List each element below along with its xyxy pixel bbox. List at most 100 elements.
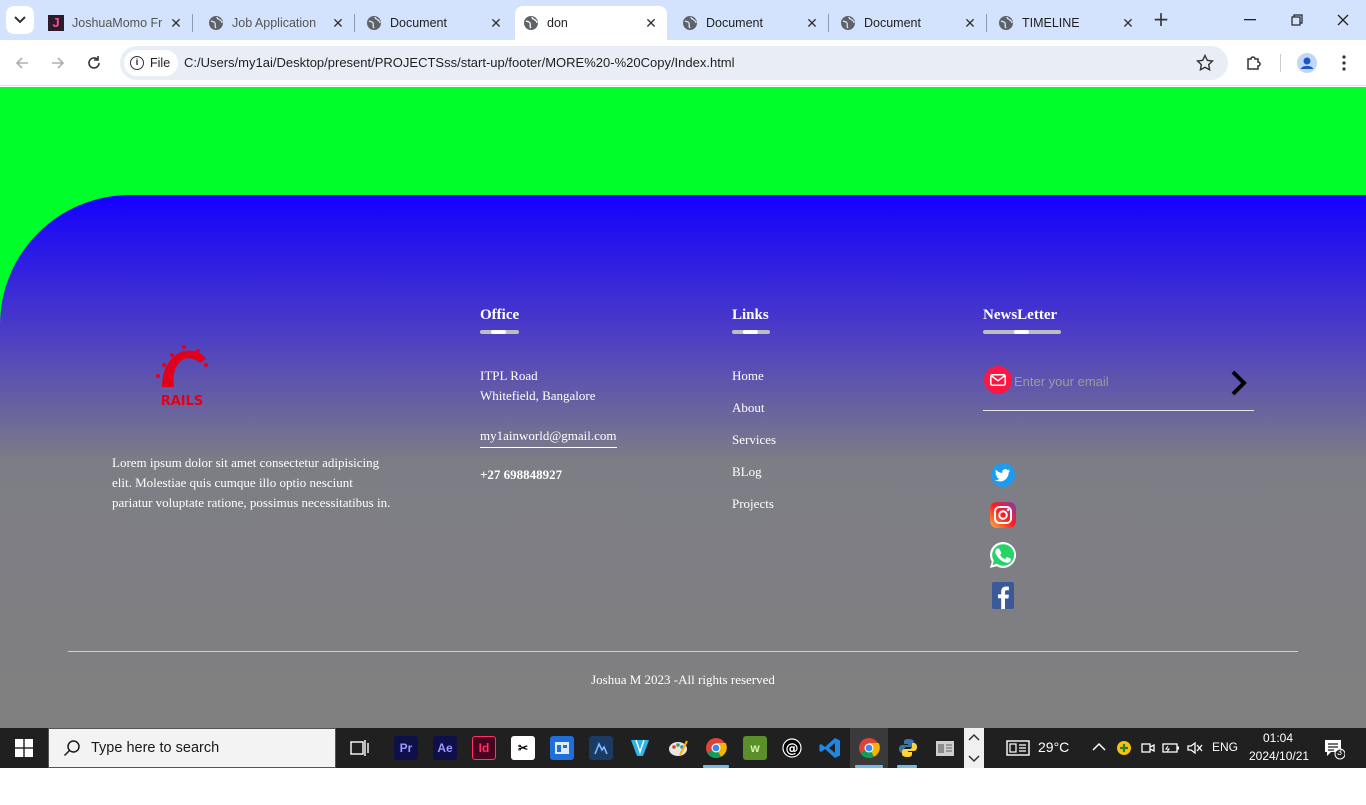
notes-icon[interactable]: [933, 736, 957, 760]
info-icon: i: [130, 56, 144, 70]
logo-text: RAILS: [161, 394, 204, 409]
arrow-right-icon: [52, 57, 65, 69]
search-icon: [63, 740, 80, 757]
office-heading: Office: [480, 307, 520, 323]
close-icon[interactable]: ✕: [330, 15, 346, 31]
restore-button[interactable]: [1285, 8, 1309, 32]
file-explorer-icon[interactable]: [550, 736, 574, 760]
globe-icon: [367, 16, 381, 30]
tab-search-button[interactable]: [6, 6, 34, 34]
language-indicator[interactable]: ENG: [1212, 740, 1238, 754]
clock-time[interactable]: 01:04: [1263, 731, 1293, 745]
url-text[interactable]: C:/Users/my1ai/Desktop/present/PROJECTSs…: [184, 55, 735, 70]
globe-icon: [683, 16, 697, 30]
back-button[interactable]: [10, 51, 34, 75]
mysql-workbench-icon[interactable]: [589, 736, 613, 760]
new-tab-button[interactable]: +: [1150, 9, 1172, 31]
puzzle-icon: [1247, 56, 1261, 70]
close-icon[interactable]: ✕: [1120, 15, 1136, 31]
minimize-button[interactable]: [1238, 8, 1262, 32]
clock-date[interactable]: 2024/10/21: [1249, 749, 1309, 763]
office-heading-underline: [480, 330, 519, 334]
newsletter-input-underline: [983, 410, 1254, 411]
close-icon[interactable]: ✕: [168, 15, 184, 31]
twitter-icon[interactable]: [988, 460, 1018, 490]
restore-icon: [1291, 14, 1303, 26]
meet-now-icon[interactable]: [1140, 740, 1156, 756]
greenshot-icon[interactable]: w: [743, 736, 767, 760]
site-footer: RAILS Lorem ipsum dolor sit amet consect…: [0, 195, 1366, 728]
close-icon[interactable]: ✕: [962, 15, 978, 31]
task-view-icon[interactable]: [348, 736, 372, 760]
tab-1[interactable]: Job Application ✕: [198, 6, 355, 40]
globe-icon: [999, 16, 1013, 30]
arrow-left-icon: [15, 57, 28, 69]
vectorizer-icon[interactable]: [628, 736, 652, 760]
footer-link-services[interactable]: Services: [732, 430, 776, 462]
windows-logo-icon: [15, 739, 33, 757]
footer-link-projects[interactable]: Projects: [732, 494, 776, 526]
facebook-icon[interactable]: [988, 580, 1018, 610]
after-effects-icon[interactable]: Ae: [433, 736, 457, 760]
minimize-icon: [1244, 19, 1256, 21]
extensions-button[interactable]: [1242, 51, 1266, 75]
office-email-link[interactable]: my1ainworld@gmail.com: [480, 426, 617, 448]
indesign-icon[interactable]: Id: [472, 736, 496, 760]
envelope-icon: [984, 366, 1012, 394]
chevron-right-icon[interactable]: [1226, 369, 1252, 397]
tab-3-active[interactable]: don ✕: [515, 6, 667, 40]
footer-link-home[interactable]: Home: [732, 366, 776, 398]
kebab-menu-icon: [1342, 55, 1346, 71]
bookmark-star-icon[interactable]: [1196, 54, 1214, 72]
links-heading-underline: [732, 330, 770, 334]
volume-muted-icon[interactable]: [1186, 740, 1204, 756]
whatsapp-icon[interactable]: [988, 540, 1018, 570]
browser-menu-button[interactable]: [1332, 51, 1356, 75]
profile-button[interactable]: [1295, 51, 1319, 75]
footer-link-about[interactable]: About: [732, 398, 776, 430]
forward-button[interactable]: [46, 51, 70, 75]
site-info-chip[interactable]: i File: [124, 50, 179, 76]
tab-2[interactable]: Document ✕: [356, 6, 512, 40]
copyright-text: Joshua M 2023 -All rights reserved: [591, 672, 775, 687]
weather-news-icon[interactable]: [1006, 740, 1030, 756]
close-icon[interactable]: ✕: [488, 15, 504, 31]
threads-icon[interactable]: @: [780, 736, 804, 760]
start-button[interactable]: [0, 728, 48, 768]
capcut-icon[interactable]: ✂: [511, 736, 535, 760]
chrome-active-icon[interactable]: [857, 736, 881, 760]
tab-0[interactable]: J JoshuaMomo Fr ✕: [40, 6, 193, 40]
tab-strip: J JoshuaMomo Fr ✕ Job Application ✕ Docu…: [0, 0, 1366, 40]
tab-title: Document: [864, 16, 921, 30]
tab-title: don: [547, 16, 568, 30]
about-text: Lorem ipsum dolor sit amet consectetur a…: [112, 455, 391, 510]
chevron-up-icon[interactable]: [1092, 742, 1106, 752]
address-bar[interactable]: i File C:/Users/my1ai/Desktop/present/PR…: [120, 46, 1228, 80]
close-icon[interactable]: ✕: [643, 15, 659, 31]
reload-button[interactable]: [82, 51, 106, 75]
taskbar-search-box[interactable]: Type here to search: [48, 728, 336, 768]
page-viewport: RAILS Lorem ipsum dolor sit amet consect…: [0, 87, 1366, 728]
python-icon[interactable]: [896, 736, 920, 760]
office-phone: +27 698848927: [480, 467, 563, 482]
premiere-pro-icon[interactable]: Pr: [394, 736, 418, 760]
tab-title: Document: [390, 16, 447, 30]
weather-temperature[interactable]: 29°C: [1038, 739, 1069, 755]
close-icon[interactable]: ✕: [804, 15, 820, 31]
close-window-button[interactable]: [1331, 8, 1355, 32]
svg-text:@: @: [786, 742, 799, 757]
tray-app-icon[interactable]: [1116, 740, 1132, 756]
chrome-icon[interactable]: [704, 736, 728, 760]
newsletter-email-input[interactable]: [1014, 370, 1214, 392]
instagram-icon[interactable]: [988, 500, 1018, 530]
vscode-icon[interactable]: [818, 736, 842, 760]
globe-icon: [524, 16, 538, 30]
battery-icon[interactable]: [1162, 741, 1180, 755]
globe-icon: [841, 16, 855, 30]
taskbar-scroll-buttons[interactable]: [964, 728, 984, 768]
tab-4[interactable]: Document ✕: [672, 6, 829, 40]
paint-icon[interactable]: [666, 736, 690, 760]
tab-6[interactable]: TIMELINE ✕: [988, 6, 1144, 40]
tab-5[interactable]: Document ✕: [830, 6, 987, 40]
footer-link-blog[interactable]: BLog: [732, 462, 776, 494]
